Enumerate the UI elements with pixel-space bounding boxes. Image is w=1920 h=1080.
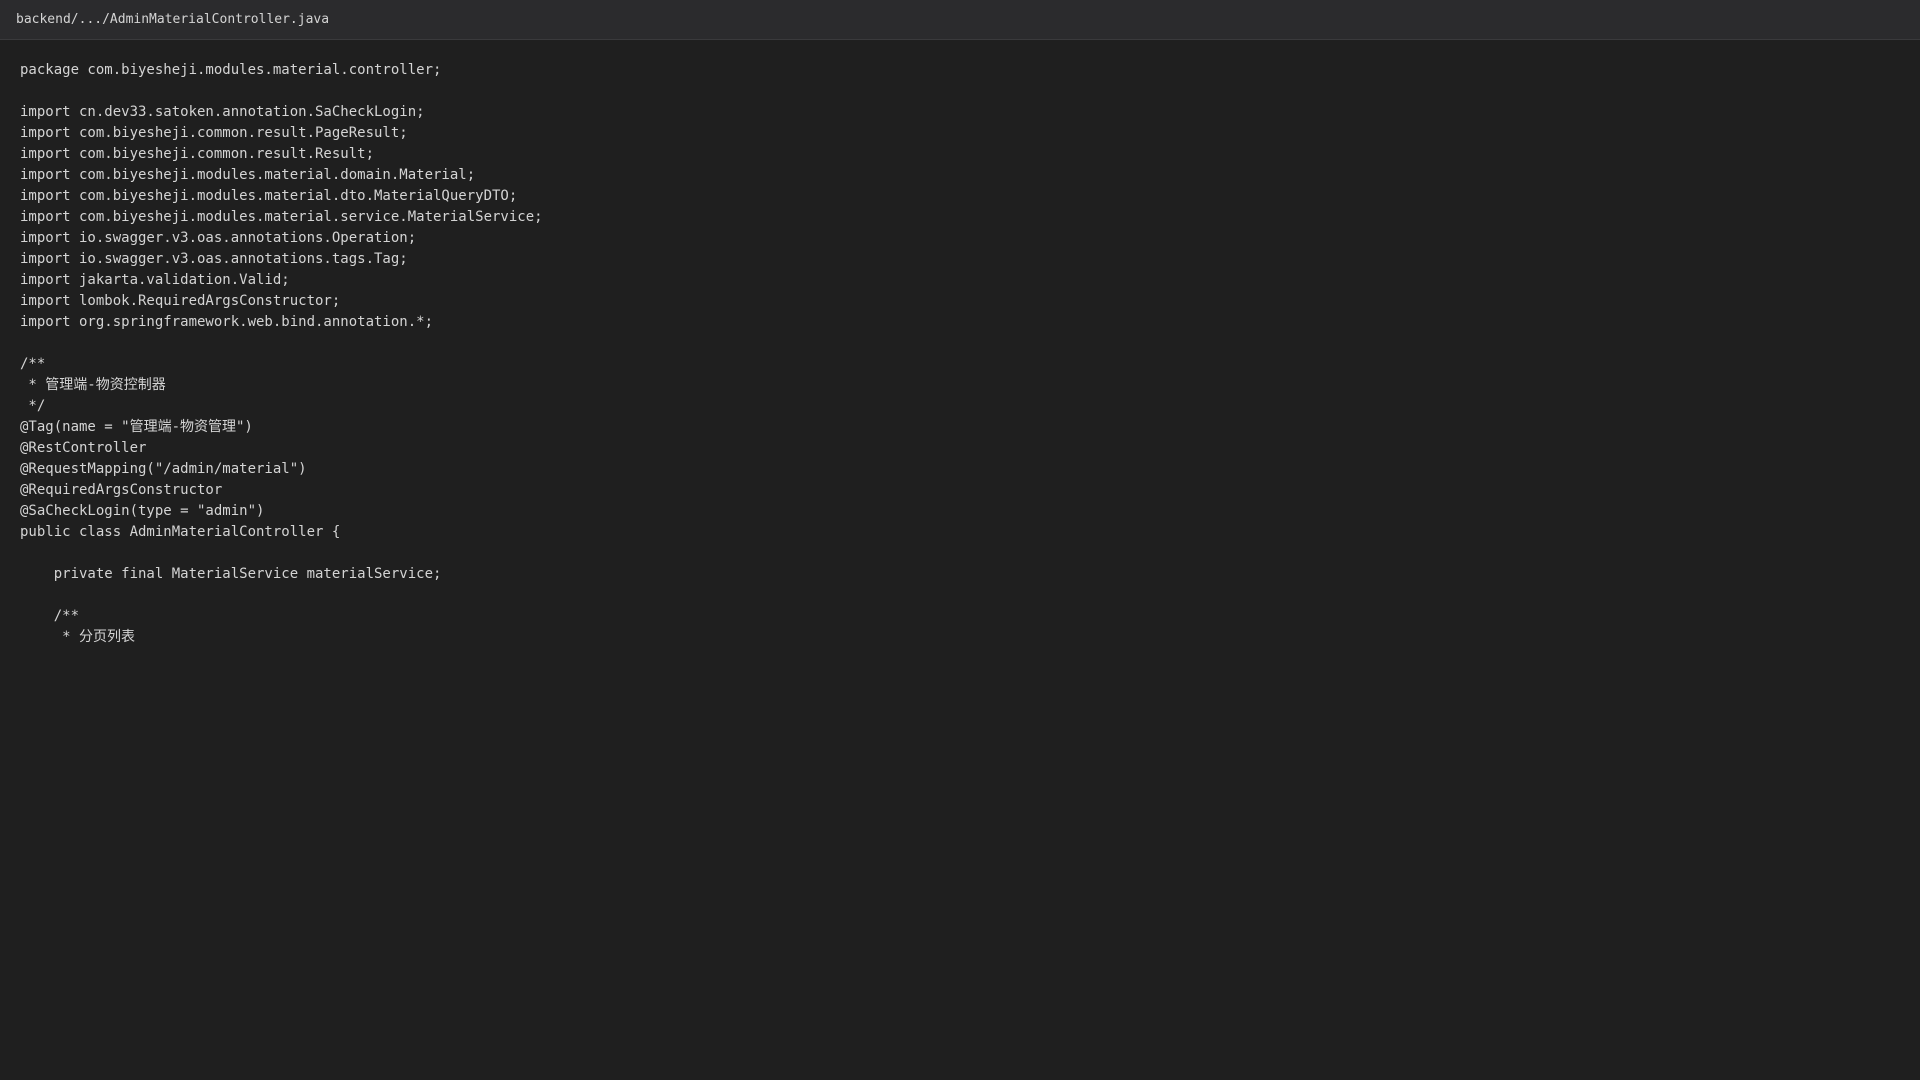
file-header: backend/.../AdminMaterialController.java	[0, 0, 1920, 40]
code-line: import cn.dev33.satoken.annotation.SaChe…	[20, 104, 425, 120]
code-line: import lombok.RequiredArgsConstructor;	[20, 293, 341, 309]
code-line: import com.biyesheji.modules.material.do…	[20, 167, 476, 183]
code-line: /**	[20, 356, 46, 372]
code-line: private final MaterialService materialSe…	[20, 566, 442, 582]
code-line: package com.biyesheji.modules.material.c…	[20, 62, 442, 78]
code-line: import io.swagger.v3.oas.annotations.tag…	[20, 251, 408, 267]
code-line: import jakarta.validation.Valid;	[20, 272, 290, 288]
code-line: /**	[20, 608, 80, 624]
code-line: @RequiredArgsConstructor	[20, 482, 223, 498]
code-line: import org.springframework.web.bind.anno…	[20, 314, 434, 330]
code-line: @Tag(name = "管理端-物资管理")	[20, 419, 253, 435]
code-line: */	[20, 398, 46, 414]
file-path: backend/.../AdminMaterialController.java	[16, 12, 330, 27]
code-line: import com.biyesheji.common.result.Resul…	[20, 146, 375, 162]
code-viewer: backend/.../AdminMaterialController.java…	[0, 0, 1920, 1080]
code-line: import com.biyesheji.modules.material.dt…	[20, 188, 518, 204]
code-line: import io.swagger.v3.oas.annotations.Ope…	[20, 230, 417, 246]
code-line: @RequestMapping("/admin/material")	[20, 461, 307, 477]
code-line: import com.biyesheji.modules.material.se…	[20, 209, 543, 225]
code-line: public class AdminMaterialController {	[20, 524, 341, 540]
code-line: * 分页列表	[20, 629, 136, 645]
code-line: @RestController	[20, 440, 147, 456]
code-area[interactable]: package com.biyesheji.modules.material.c…	[0, 40, 1920, 1080]
code-line: @SaCheckLogin(type = "admin")	[20, 503, 265, 519]
code-line: * 管理端-物资控制器	[20, 377, 166, 393]
code-line: import com.biyesheji.common.result.PageR…	[20, 125, 408, 141]
